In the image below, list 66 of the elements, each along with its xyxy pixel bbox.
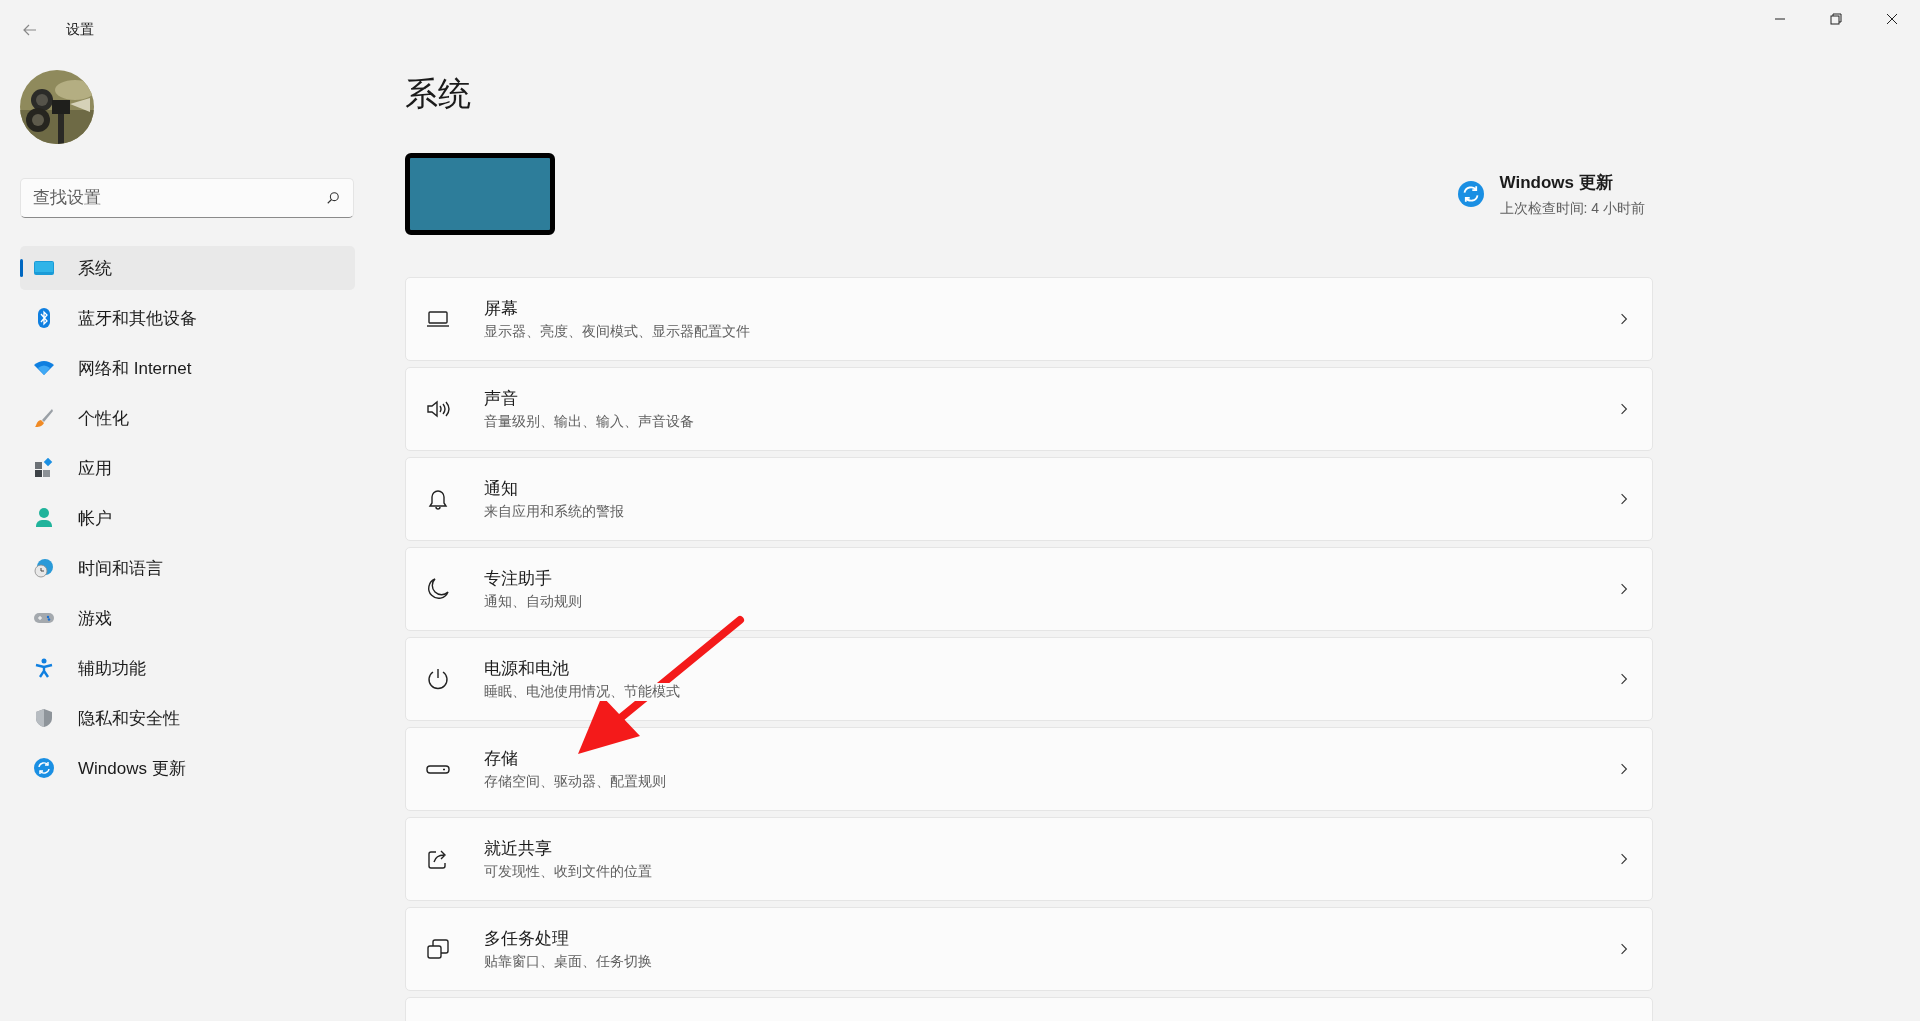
nav-item[interactable]: 蓝牙和其他设备 (20, 296, 355, 340)
card-title: 存储 (484, 748, 519, 770)
search-icon (326, 191, 340, 205)
card-subtitle: 显示器、亮度、夜间模式、显示器配置文件 (484, 323, 750, 341)
card-title: 专注助手 (484, 568, 553, 590)
settings-card[interactable]: 电源和电池 睡眠、电池使用情况、节能模式 (405, 637, 1653, 721)
chevron-icon (1620, 492, 1628, 506)
sync-icon (34, 758, 54, 778)
card-subtitle: 贴靠窗口、桌面、任务切换 (484, 953, 652, 971)
card-title: 就近共享 (484, 838, 553, 860)
search-field[interactable]: 查找设置 (20, 178, 354, 218)
settings-card[interactable]: 声音 音量级别、输出、输入、声音设备 (405, 367, 1653, 451)
chevron-icon (1620, 762, 1628, 776)
nav-item[interactable]: 个性化 (20, 396, 355, 440)
chevron-icon (1620, 672, 1628, 686)
chevron-icon (1620, 402, 1628, 416)
update-title[interactable]: Windows 更新 (1499, 170, 1645, 194)
card-title: 多任务处理 (484, 928, 570, 950)
accessibility-icon (34, 658, 54, 678)
card-title: 电源和电池 (484, 658, 570, 680)
settings-card[interactable]: 存储 存储空间、驱动器、配置规则 (405, 727, 1653, 811)
nav-item[interactable]: 辅助功能 (20, 646, 355, 690)
monitor-icon (34, 258, 54, 278)
chevron-icon (1620, 312, 1628, 326)
card-subtitle: 通知、自动规则 (484, 593, 582, 611)
nav-item[interactable]: 隐私和安全性 (20, 696, 355, 740)
moon-icon (426, 577, 450, 601)
settings-card[interactable]: 通知 来自应用和系统的警报 (405, 457, 1653, 541)
card-title: 屏幕 (484, 298, 519, 320)
nav-item[interactable]: 网络和 Internet (20, 346, 355, 390)
nav-item[interactable]: 时间和语言 (20, 546, 355, 590)
close-icon[interactable] (1886, 13, 1898, 25)
card-subtitle: 音量级别、输出、输入、声音设备 (484, 413, 694, 431)
chevron-icon (1620, 852, 1628, 866)
nav-item[interactable]: 帐户 (20, 496, 355, 540)
globe-clock-icon (34, 558, 54, 578)
card-subtitle: 存储空间、驱动器、配置规则 (484, 773, 666, 791)
card-subtitle: 可发现性、收到文件的位置 (484, 863, 652, 881)
shield-icon (34, 708, 54, 728)
card-title: 通知 (484, 478, 519, 500)
card-title: 声音 (484, 388, 519, 410)
bell-icon (426, 487, 450, 511)
chevron-icon (1620, 942, 1628, 956)
card-subtitle: 睡眠、电池使用情况、节能模式 (484, 683, 680, 701)
chevron-icon (1620, 582, 1628, 596)
settings-card[interactable]: 专注助手 通知、自动规则 (405, 547, 1653, 631)
power-icon (426, 667, 450, 691)
brush-icon (34, 408, 54, 428)
page-title: 系统 (405, 74, 472, 114)
settings-card[interactable]: 多任务处理 贴靠窗口、桌面、任务切换 (405, 907, 1653, 991)
settings-card[interactable]: 屏幕 显示器、亮度、夜间模式、显示器配置文件 (405, 277, 1653, 361)
nav-item[interactable]: 应用 (20, 446, 355, 490)
window-title: 设置 (66, 21, 94, 39)
back-icon[interactable] (22, 22, 38, 38)
update-status: 上次检查时间: 4 小时前 (1499, 199, 1645, 218)
card-subtitle: 来自应用和系统的警报 (484, 503, 624, 521)
nav-item[interactable]: Windows 更新 (20, 746, 355, 790)
nav-item[interactable]: 游戏 (20, 596, 355, 640)
apps-icon (34, 458, 54, 478)
nav-item[interactable]: 系统 (20, 246, 355, 290)
person-icon (34, 508, 54, 528)
sync-icon (1457, 181, 1484, 207)
wifi-icon (34, 358, 54, 378)
windows-icon (426, 937, 450, 961)
settings-card[interactable]: 就近共享 可发现性、收到文件的位置 (405, 817, 1653, 901)
restore-icon[interactable] (1830, 13, 1842, 25)
